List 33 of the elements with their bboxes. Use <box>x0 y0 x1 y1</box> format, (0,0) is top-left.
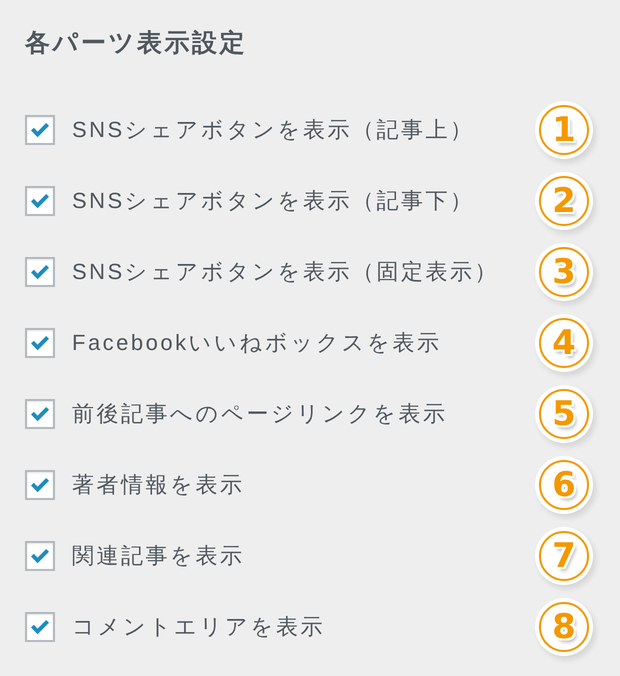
checkbox[interactable] <box>25 398 55 428</box>
number-badge: 1 <box>535 100 593 158</box>
number-badge: 6 <box>535 456 593 514</box>
number-badge: 7 <box>535 526 593 584</box>
option-label: 著者情報を表示 <box>72 470 244 498</box>
checkmark-icon <box>30 476 50 492</box>
number-badge: 2 <box>535 172 593 230</box>
option-label: 前後記事へのページリンクを表示 <box>72 400 448 428</box>
checkmark-icon <box>30 548 50 564</box>
checkbox[interactable] <box>25 256 55 286</box>
checkbox[interactable] <box>25 540 55 570</box>
checkmark-icon <box>30 122 50 138</box>
option-label: SNSシェアボタンを表示（固定表示） <box>72 258 500 286</box>
checkmark-icon <box>30 618 50 634</box>
option-label: コメントエリアを表示 <box>72 612 325 640</box>
checkmark-icon <box>30 264 50 280</box>
section-title: 各パーツ表示設定 <box>25 28 247 59</box>
number-badge: 4 <box>535 314 593 372</box>
checkbox[interactable] <box>25 114 55 144</box>
checkbox[interactable] <box>25 470 55 500</box>
checkmark-icon <box>30 406 50 422</box>
checkbox[interactable] <box>25 186 55 216</box>
option-label: Facebookいいねボックスを表示 <box>72 328 442 356</box>
option-label: SNSシェアボタンを表示（記事下） <box>72 186 475 214</box>
option-label: SNSシェアボタンを表示（記事上） <box>72 116 475 144</box>
option-label: 関連記事を表示 <box>72 542 244 570</box>
checkbox[interactable] <box>25 328 55 358</box>
checkmark-icon <box>30 334 50 350</box>
number-badge: 5 <box>535 384 593 442</box>
number-badge: 3 <box>535 242 593 300</box>
checkbox[interactable] <box>25 612 55 642</box>
number-badge: 8 <box>535 598 593 656</box>
checkmark-icon <box>30 192 50 208</box>
